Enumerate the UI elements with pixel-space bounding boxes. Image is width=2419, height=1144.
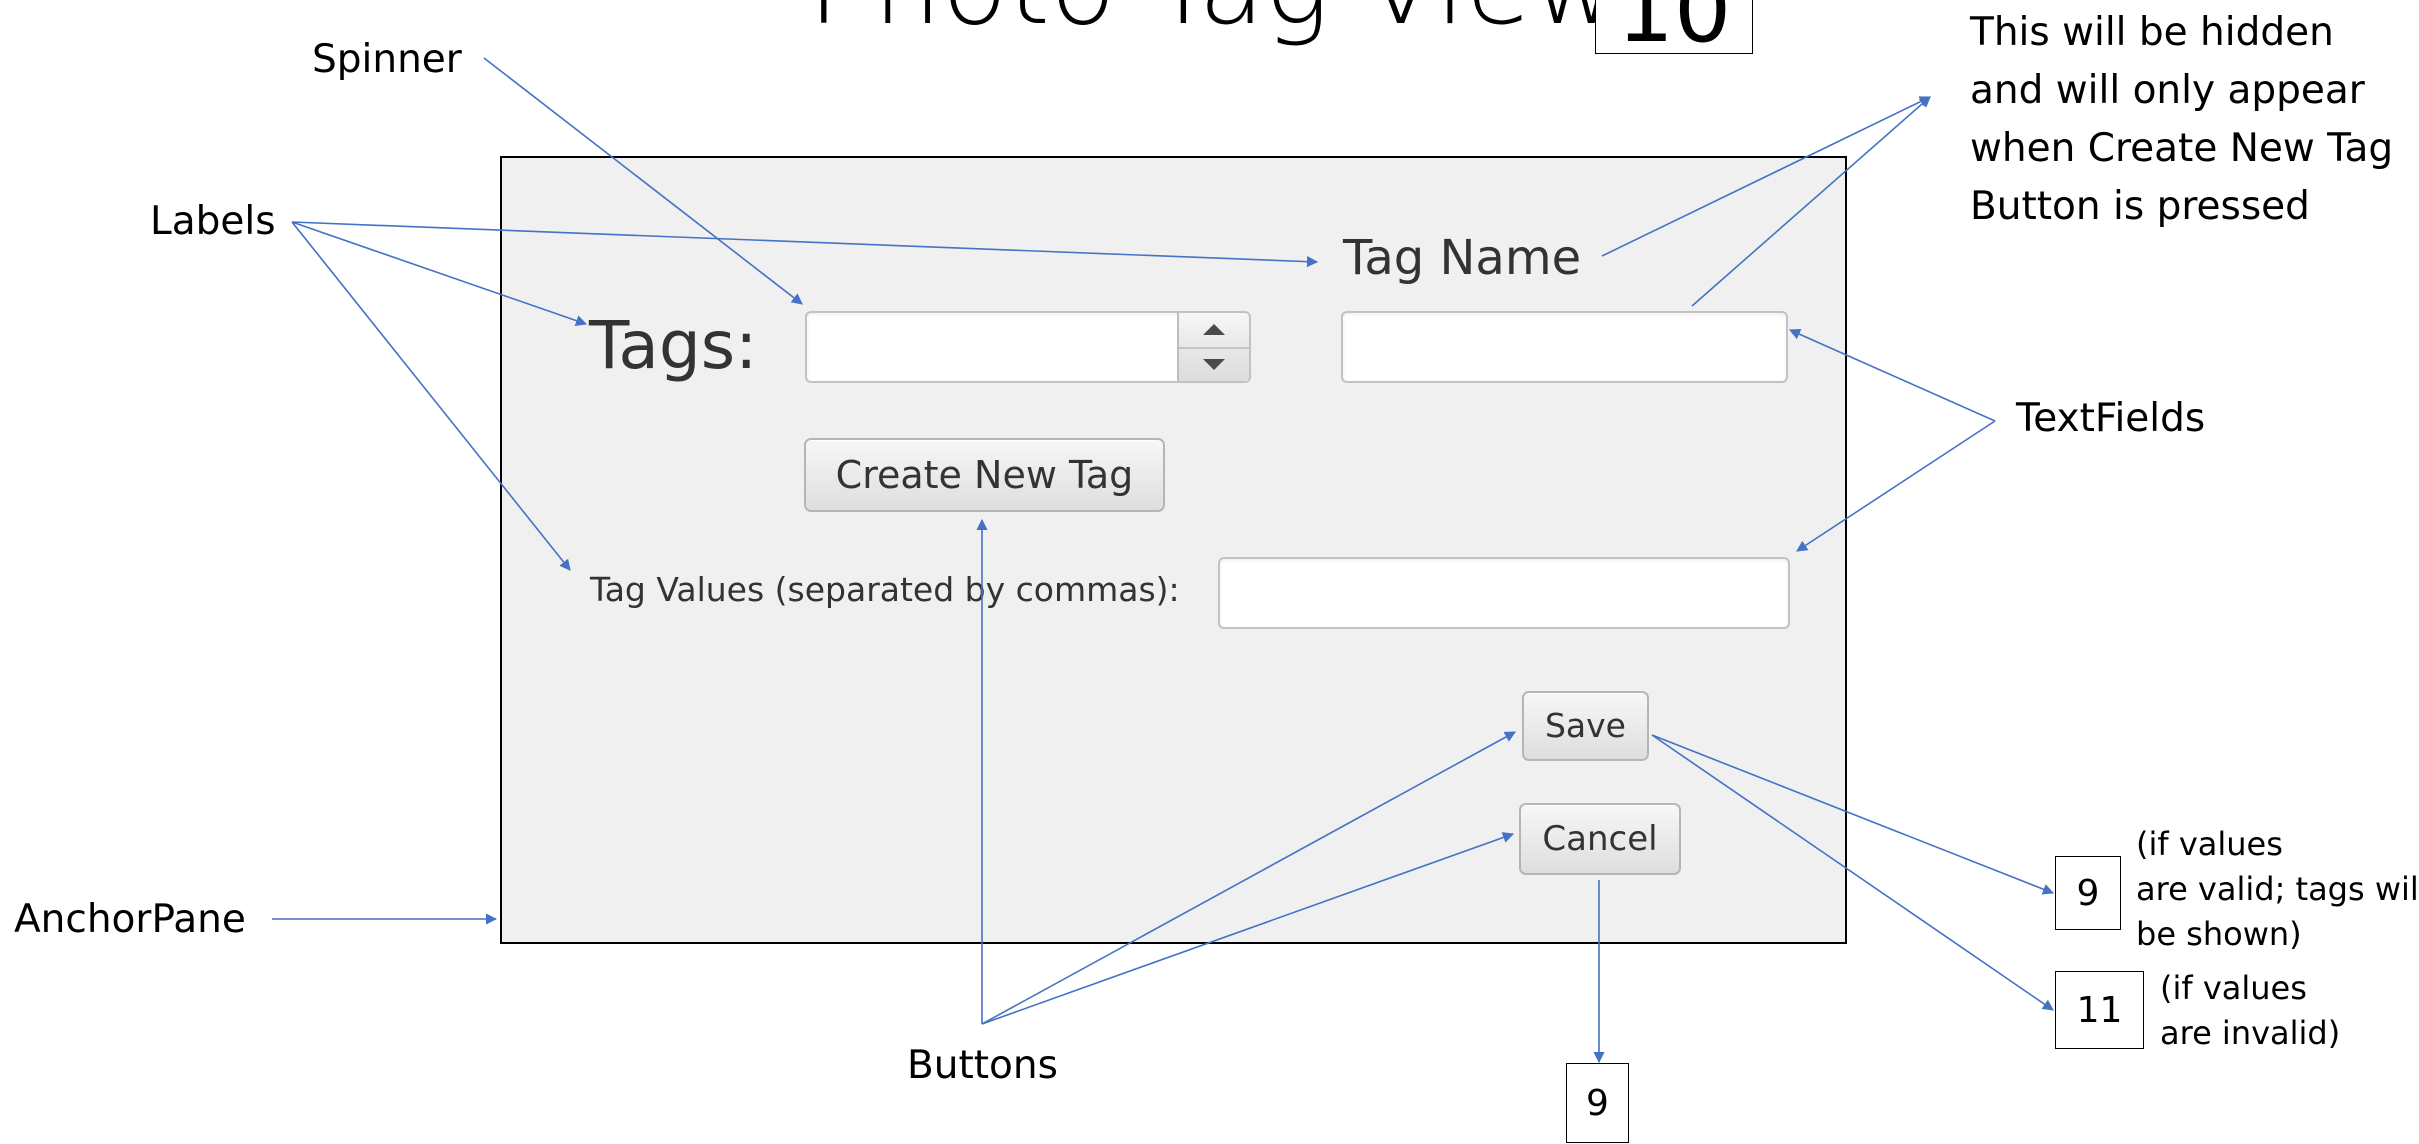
- connector-layer: [272, 57, 2055, 1064]
- arrow-spinner: [483, 57, 803, 305]
- arrow-textfield-values: [1796, 420, 1996, 552]
- arrow-buttons-cancel: [981, 832, 1515, 1025]
- arrow-hidden-from-field: [1691, 96, 1931, 307]
- arrow-buttons-save: [981, 731, 1516, 1025]
- arrow-hidden-from-label: [1601, 96, 1932, 257]
- arrow-labels-tag-values: [291, 221, 571, 571]
- arrow-labels-tags: [291, 221, 588, 326]
- arrow-save-invalid: [1651, 734, 2054, 1011]
- arrow-textfield-name: [1788, 328, 1996, 422]
- arrow-save-valid: [1651, 734, 2055, 895]
- arrow-labels-tag-name: [291, 221, 1319, 268]
